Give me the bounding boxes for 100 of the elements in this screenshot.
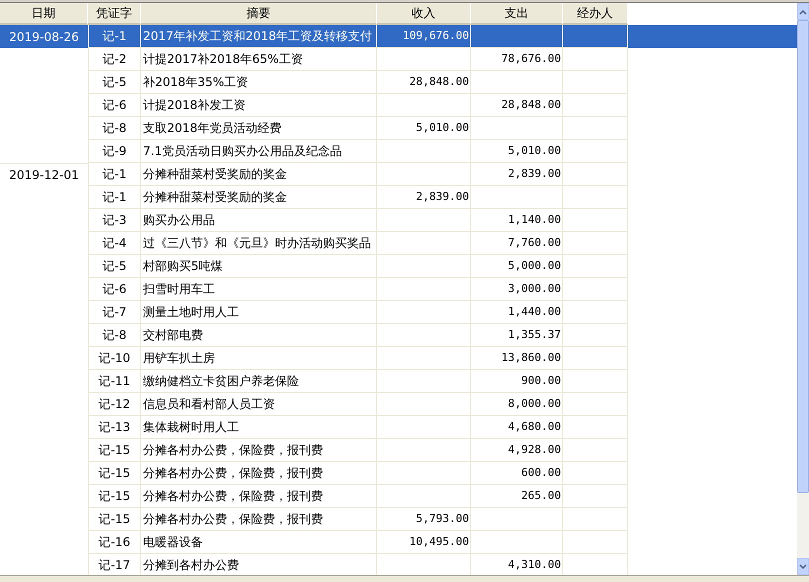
table-row[interactable]: 记-4 过《三八节》和《元旦》时办活动购买奖品 7,760.00 <box>0 232 797 255</box>
table-cell-text: 7,760.00 <box>508 234 561 251</box>
table-row[interactable]: 记-5 村部购买5吨煤 5,000.00 <box>0 255 797 278</box>
table-cell-text: 2019-12-01 <box>9 167 79 184</box>
table-cell-text: 记-15 <box>98 465 130 482</box>
table-cell-text: 记-1 <box>102 166 126 183</box>
column-header[interactable]: 日期 <box>0 3 88 25</box>
table-cell-text: 记-2 <box>102 51 126 68</box>
table-row[interactable]: 记-15 分摊各村办公费，保险费，报刊费 5,793.00 <box>0 508 797 531</box>
table-cell-text: 600.00 <box>521 464 561 481</box>
column-header[interactable]: 凭证字 <box>88 3 141 25</box>
table-cell-text: 扫雪时用车工 <box>143 281 215 298</box>
table-cell-text: 记-15 <box>98 442 130 459</box>
table-cell-text: 补2018年35%工资 <box>143 74 248 91</box>
table-cell-text: 分摊各村办公费，保险费，报刊费 <box>143 488 323 505</box>
table-row[interactable]: 记-15 分摊各村办公费，保险费，报刊费 600.00 <box>0 462 797 485</box>
table-cell-text: 13,860.00 <box>501 350 561 366</box>
table-cell-text: 记-13 <box>98 419 130 436</box>
table-cell-text: 109,676.00 <box>402 28 469 44</box>
table-cell-text: 购买办公用品 <box>143 212 215 229</box>
table-cell-text: 记-3 <box>102 212 126 229</box>
table-cell-text: 28,848.00 <box>409 74 469 90</box>
column-header[interactable]: 经办人 <box>563 3 628 25</box>
table-row[interactable]: 记-7 测量土地时用人工 1,440.00 <box>0 301 797 324</box>
table-cell-text: 记-12 <box>98 396 130 413</box>
table-cell-text: 5,000.00 <box>508 258 561 274</box>
table-row[interactable]: 记-1 分摊种甜菜村受奖励的奖金 2,839.00 <box>0 186 797 209</box>
table-cell-text: 电暖器设备 <box>143 534 203 551</box>
table-cell-text: 集体栽树时用人工 <box>143 419 239 436</box>
table-row[interactable]: 记-2 计提2017补2018年65%工资 78,676.00 <box>0 48 797 71</box>
table-cell-text: 记-4 <box>102 235 126 252</box>
table-cell-text: 记-7 <box>102 304 126 321</box>
table-cell-text: 分摊种甜菜村受奖励的奖金 <box>143 189 287 206</box>
table-cell-text: 2017年补发工资和2018年工资及转移支付 <box>143 28 372 45</box>
table-cell-text: 记-9 <box>102 143 126 160</box>
table-cell-text: 10,495.00 <box>409 534 469 550</box>
column-header[interactable]: 收入 <box>377 3 471 25</box>
table-cell-text: 分摊各村办公费，保险费，报刊费 <box>143 442 323 459</box>
table-row[interactable]: 记-9 7.1党员活动日购买办公用品及纪念品 5,010.00 <box>0 140 797 163</box>
table-cell-text: 记-5 <box>102 258 126 275</box>
table-cell-text: 信息员和看村部人员工资 <box>143 396 275 413</box>
table-cell-text: 记-1 <box>102 189 126 206</box>
table-row[interactable]: 记-12 信息员和看村部人员工资 8,000.00 <box>0 393 797 416</box>
table-cell-text: 1,140.00 <box>508 212 561 228</box>
table-cell-text: 2019-08-26 <box>9 28 79 46</box>
table-cell-text: 交村部电费 <box>143 327 203 344</box>
table-cell-text: 2,839.00 <box>416 188 469 205</box>
table-row[interactable]: 记-15 分摊各村办公费，保险费，报刊费 265.00 <box>0 485 797 508</box>
table-cell-text: 记-15 <box>98 511 130 528</box>
table-cell-text: 支取2018年党员活动经费 <box>143 120 282 137</box>
table-row[interactable]: 记-15 分摊各村办公费，保险费，报刊费 4,928.00 <box>0 439 797 462</box>
table-cell-text: 记-6 <box>102 281 126 298</box>
table-cell-text: 记-5 <box>102 74 126 91</box>
table-cell-text: 28,848.00 <box>501 96 561 113</box>
table-row[interactable]: 记-5 补2018年35%工资 28,848.00 <box>0 71 797 94</box>
table-cell-text: 记-16 <box>98 534 130 551</box>
table-cell-text: 7.1党员活动日购买办公用品及纪念品 <box>143 143 342 160</box>
scrollbar[interactable] <box>797 3 809 575</box>
table-cell-text: 265.00 <box>521 488 561 504</box>
table-row[interactable]: 记-16 电暖器设备 10,495.00 <box>0 531 797 554</box>
scroll-thumb[interactable] <box>797 20 809 493</box>
table-cell-text: 5,010.00 <box>508 142 561 159</box>
table-cell-text: 村部购买5吨煤 <box>143 258 223 275</box>
scroll-down-button[interactable] <box>797 558 809 575</box>
table-cell-text: 1,355.37 <box>508 326 561 343</box>
table-cell-text: 记-1 <box>102 28 126 45</box>
table-cell-text: 记-10 <box>98 350 130 367</box>
table-cell-text: 3,000.00 <box>508 280 561 297</box>
table-cell-text: 4,928.00 <box>508 442 561 458</box>
table-cell-text: 记-6 <box>102 97 126 114</box>
table-row[interactable]: 2019-12-01 记-1 分摊种甜菜村受奖励的奖金 2,839.00 <box>0 163 797 186</box>
table-cell-text: 1,440.00 <box>508 304 561 320</box>
table-row[interactable]: 2019-08-26 记-1 2017年补发工资和2018年工资及转移支付 109,676.00 <box>0 25 797 48</box>
table-cell-text: 5,010.00 <box>416 120 469 136</box>
table-cell-text: 过《三八节》和《元旦》时办活动购买奖品 <box>143 235 371 252</box>
table-row[interactable]: 记-11 缴纳健档立卡贫困户养老保险 900.00 <box>0 370 797 393</box>
table-cell-text: 记-8 <box>102 327 126 344</box>
table-cell-text: 记-11 <box>98 373 130 390</box>
table-row[interactable]: 记-8 支取2018年党员活动经费 5,010.00 <box>0 117 797 140</box>
table-cell-text: 8,000.00 <box>508 396 561 412</box>
table-row[interactable]: 记-8 交村部电费 1,355.37 <box>0 324 797 347</box>
scroll-up-button[interactable] <box>797 3 809 20</box>
table-cell-text: 分摊各村办公费，保险费，报刊费 <box>143 465 323 482</box>
table-cell-text: 缴纳健档立卡贫困户养老保险 <box>143 373 299 390</box>
table-cell-text: 分摊各村办公费，保险费，报刊费 <box>143 511 323 528</box>
table-cell-text: 计提2017补2018年65%工资 <box>143 51 303 68</box>
table-row[interactable]: 记-3 购买办公用品 1,140.00 <box>0 209 797 232</box>
column-header[interactable]: 摘要 <box>141 3 377 25</box>
column-header[interactable]: 支出 <box>471 3 563 25</box>
table-cell-text: 78,676.00 <box>501 50 561 67</box>
table-cell-text: 4,680.00 <box>508 418 561 435</box>
table-cell-text: 2,839.00 <box>508 166 561 182</box>
table-row[interactable]: 记-6 计提2018补发工资 28,848.00 <box>0 94 797 117</box>
table-cell-text: 4,310.00 <box>508 556 561 573</box>
table-cell-text: 用铲车扒土房 <box>143 350 215 367</box>
table-cell-text: 记-8 <box>102 120 126 137</box>
table-row[interactable]: 记-13 集体栽树时用人工 4,680.00 <box>0 416 797 439</box>
table-cell-text: 900.00 <box>521 372 561 389</box>
table-row[interactable]: 记-10 用铲车扒土房 13,860.00 <box>0 347 797 370</box>
table-row[interactable]: 记-6 扫雪时用车工 3,000.00 <box>0 278 797 301</box>
